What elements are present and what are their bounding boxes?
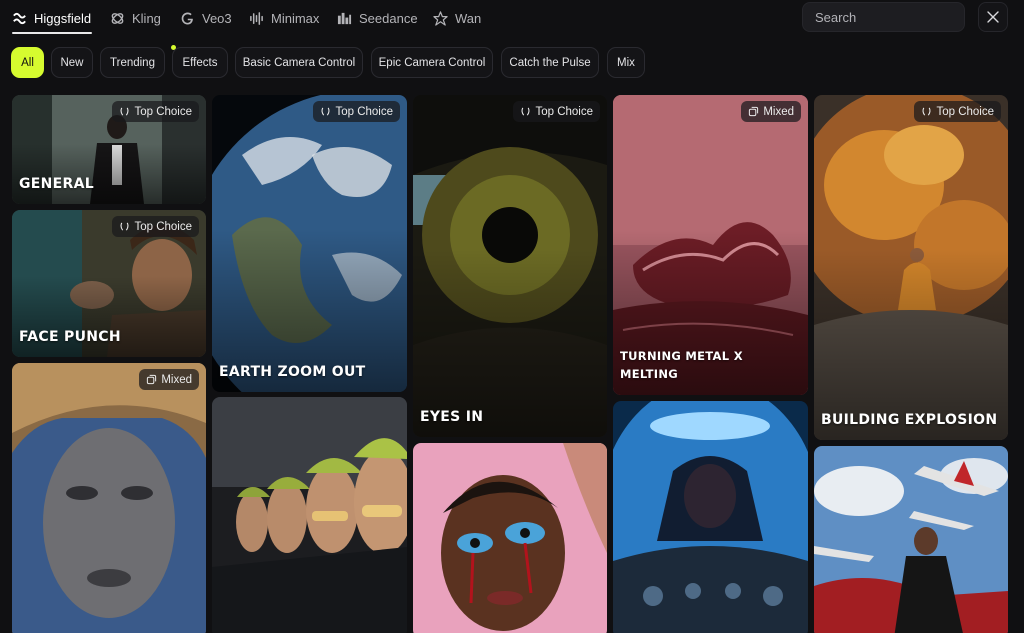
top-choice-badge: Top Choice <box>513 101 600 122</box>
kling-logo-icon <box>111 12 124 24</box>
card-thumbnail <box>814 95 1008 440</box>
tab-label: Veo3 <box>202 10 232 26</box>
filter-chip-new[interactable]: New <box>51 47 93 78</box>
top-choice-badge: Top Choice <box>112 216 199 237</box>
tab-wan[interactable]: Wan <box>433 9 481 27</box>
wan-logo-icon <box>433 10 448 26</box>
effect-card-face-punch[interactable]: Top Choice FACE PUNCH <box>12 210 206 357</box>
effect-card-silver-face[interactable]: Mixed <box>12 363 206 633</box>
card-title: FACE PUNCH <box>19 328 121 345</box>
card-title: GENERAL <box>19 175 94 192</box>
laurel-icon <box>120 107 129 116</box>
laurel-icon <box>521 107 530 116</box>
card-thumbnail <box>613 401 808 633</box>
filter-chip-mix[interactable]: Mix <box>607 47 645 78</box>
top-choice-badge: Top Choice <box>313 101 400 122</box>
minimax-wave-icon <box>250 11 263 25</box>
laurel-icon <box>922 107 931 116</box>
card-thumbnail <box>212 95 407 392</box>
filter-chip-epic-camera-control[interactable]: Epic Camera Control <box>371 47 493 78</box>
top-choice-badge: Top Choice <box>914 101 1001 122</box>
search-input[interactable] <box>802 2 965 32</box>
tab-label: Seedance <box>359 10 418 26</box>
tab-kling[interactable]: Kling <box>110 9 161 27</box>
effect-card-eyes-in[interactable]: Top Choice EYES IN <box>413 95 607 437</box>
higgsfield-logo-icon <box>13 12 26 24</box>
tab-label: Kling <box>132 10 161 26</box>
tab-minimax[interactable]: Minimax <box>249 9 319 27</box>
close-icon <box>987 11 999 23</box>
filter-chip-effects[interactable]: Effects <box>172 47 228 78</box>
laurel-icon <box>120 222 129 231</box>
laurel-icon <box>321 107 330 116</box>
card-thumbnail <box>413 95 607 437</box>
card-thumbnail <box>413 443 607 633</box>
filter-chip-trending[interactable]: Trending <box>100 47 165 78</box>
effect-card-building-explosion[interactable]: Top Choice BUILDING EXPLOSION <box>814 95 1008 440</box>
tab-label: Higgsfield <box>34 10 92 26</box>
card-thumbnail <box>814 446 1008 633</box>
tab-veo3[interactable]: Veo3 <box>180 9 232 27</box>
active-tab-indicator <box>12 32 92 34</box>
effect-card-turning-metal-melting[interactable]: Mixed TURNING METAL X MELTING <box>613 95 808 395</box>
card-title: EARTH ZOOM OUT <box>219 363 366 380</box>
filter-chip-all[interactable]: All <box>11 47 44 78</box>
tab-label: Wan <box>455 10 482 26</box>
effect-card-airplanes[interactable] <box>814 446 1008 633</box>
mixed-badge: Mixed <box>139 369 199 390</box>
effect-card-earth-zoom-out[interactable]: Top Choice EARTH ZOOM OUT <box>212 95 407 392</box>
card-title: BUILDING EXPLOSION <box>821 411 998 428</box>
tab-label: Minimax <box>271 10 320 26</box>
google-logo-icon <box>181 12 193 24</box>
mixed-badge: Mixed <box>741 101 801 122</box>
top-choice-badge: Top Choice <box>112 101 199 122</box>
filter-chip-catch-the-pulse[interactable]: Catch the Pulse <box>501 47 599 78</box>
effect-card-crying-face[interactable] <box>413 443 607 633</box>
card-title: EYES IN <box>420 408 484 425</box>
card-thumbnail <box>12 363 206 633</box>
effect-card-general[interactable]: Top Choice GENERAL <box>12 95 206 204</box>
layers-icon <box>147 374 157 385</box>
layers-icon <box>749 106 759 117</box>
tab-seedance[interactable]: Seedance <box>337 9 418 27</box>
card-thumbnail <box>212 397 407 633</box>
effect-card-dj-fisheye[interactable] <box>613 401 808 633</box>
filter-chip-basic-camera-control[interactable]: Basic Camera Control <box>235 47 363 78</box>
seedance-bars-icon <box>337 12 352 24</box>
effect-card-clone-line[interactable] <box>212 397 407 633</box>
tab-higgsfield[interactable]: Higgsfield <box>12 9 91 27</box>
card-title: TURNING METAL X MELTING <box>620 349 743 382</box>
close-button[interactable] <box>978 2 1008 32</box>
